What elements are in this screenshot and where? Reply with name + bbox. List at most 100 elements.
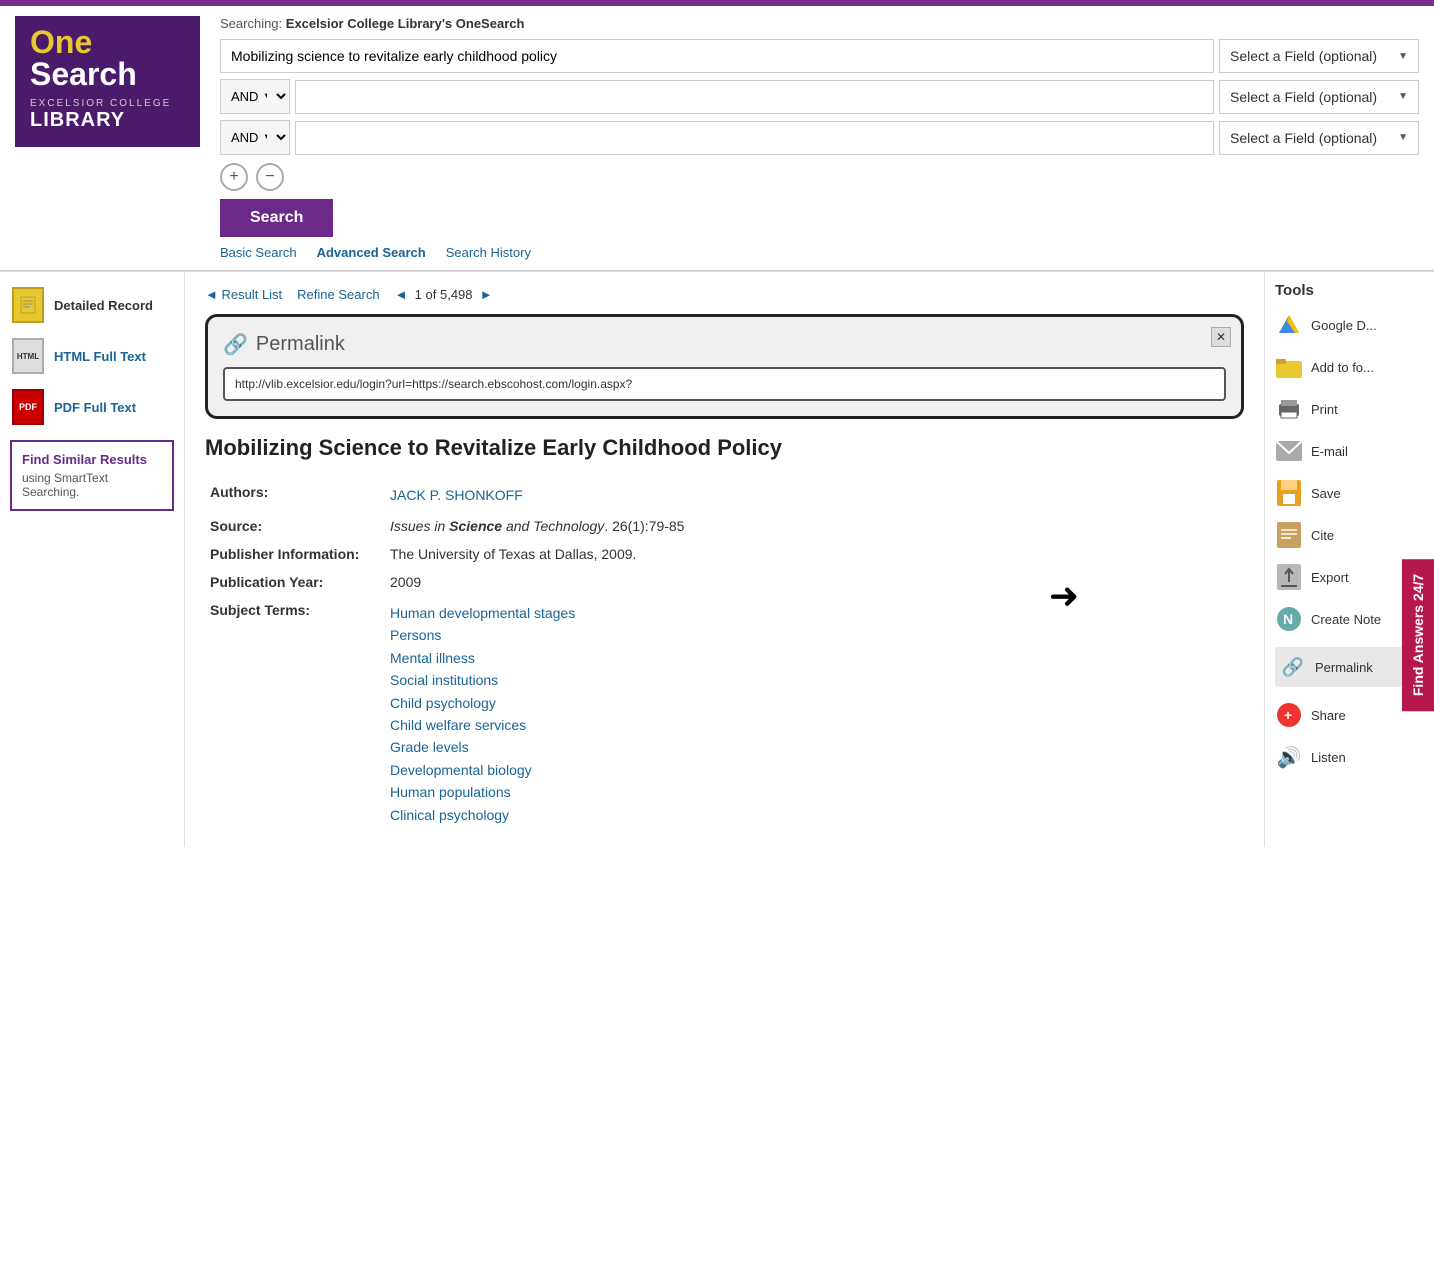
pdf-full-text-label: PDF Full Text (54, 400, 136, 415)
search-row-1: Select a Field (optional) (220, 39, 1419, 73)
sidebar-item-detailed-record[interactable]: Detailed Record (10, 287, 174, 323)
create-note-icon: N (1275, 605, 1303, 633)
subject-link[interactable]: Mental illness (390, 647, 1239, 669)
field-select-3[interactable]: Select a Field (optional) (1219, 121, 1419, 155)
tool-listen[interactable]: 🔊 Listen (1275, 743, 1424, 771)
html-icon: HTML (10, 338, 46, 374)
svg-text:+: + (1284, 707, 1292, 723)
publisher-row: Publisher Information: The University of… (205, 540, 1244, 568)
tool-add-folder[interactable]: Add to fo... (1275, 353, 1424, 381)
article-title: Mobilizing Science to Revitalize Early C… (205, 434, 1244, 463)
subject-link[interactable]: Clinical psychology (390, 804, 1239, 826)
detail-table: Authors: JACK P. SHONKOFF Source: Issues… (205, 478, 1244, 832)
permalink-url[interactable]: http://vlib.excelsior.edu/login?url=http… (223, 367, 1226, 401)
permalink-close-button[interactable]: ✕ (1211, 327, 1231, 347)
subject-label: Subject Terms: (205, 596, 385, 832)
logo-one: One (30, 26, 185, 58)
subject-link[interactable]: Human developmental stages (390, 602, 1239, 624)
logo-excelsior: EXCELSIOR COLLEGE (30, 98, 185, 109)
subject-link[interactable]: Developmental biology (390, 759, 1239, 781)
add-row-button[interactable]: + (220, 163, 248, 191)
center-content: ◄ Result List Refine Search ◄ 1 of 5,498… (185, 272, 1264, 847)
print-label: Print (1311, 402, 1338, 417)
search-input-3[interactable] (295, 121, 1214, 155)
year-row: Publication Year: 2009 (205, 568, 1244, 596)
sidebar-item-html-fulltext[interactable]: HTML HTML Full Text (10, 338, 174, 374)
year-label: Publication Year: (205, 568, 385, 596)
print-icon (1275, 395, 1303, 423)
find-answers-banner[interactable]: Find Answers 24/7 (1402, 559, 1434, 711)
tool-email[interactable]: E-mail (1275, 437, 1424, 465)
basic-search-link[interactable]: Basic Search (220, 245, 297, 260)
publisher-value: The University of Texas at Dallas, 2009. (385, 540, 1244, 568)
listen-label: Listen (1311, 750, 1346, 765)
field-select-2[interactable]: Select a Field (optional) (1219, 80, 1419, 114)
search-input-main[interactable] (220, 39, 1214, 73)
svg-text:N: N (1283, 611, 1293, 627)
year-value: 2009 (385, 568, 1244, 596)
tools-title: Tools (1275, 282, 1424, 299)
subject-link[interactable]: Human populations (390, 781, 1239, 803)
subject-link[interactable]: Child psychology (390, 692, 1239, 714)
cite-icon (1275, 521, 1303, 549)
advanced-search-link[interactable]: Advanced Search (317, 245, 426, 260)
sidebar-item-pdf-fulltext[interactable]: PDF PDF Full Text (10, 389, 174, 425)
permalink-popup: 🔗 Permalink ✕ http://vlib.excelsior.edu/… (205, 314, 1244, 419)
email-label: E-mail (1311, 444, 1348, 459)
email-icon (1275, 437, 1303, 465)
tool-cite[interactable]: Cite (1275, 521, 1424, 549)
export-label: Export (1311, 570, 1349, 585)
operator-select-1[interactable]: AND ▼ OR NOT (220, 79, 290, 114)
source-label: Source: (205, 512, 385, 540)
find-similar-box[interactable]: Find Similar Results using SmartText Sea… (10, 440, 174, 511)
publisher-label: Publisher Information: (205, 540, 385, 568)
result-nav: ◄ Result List Refine Search ◄ 1 of 5,498… (205, 287, 1244, 302)
refine-search-link[interactable]: Refine Search (297, 287, 379, 302)
tool-save[interactable]: Save (1275, 479, 1424, 507)
header: One Search EXCELSIOR COLLEGE LIBRARY Sea… (0, 6, 1434, 271)
search-history-link[interactable]: Search History (446, 245, 531, 260)
subjects-list: Human developmental stagesPersonsMental … (385, 596, 1244, 832)
prev-arrow[interactable]: ◄ (395, 287, 408, 302)
tool-print[interactable]: Print (1275, 395, 1424, 423)
author-link[interactable]: JACK P. SHONKOFF (390, 484, 1239, 506)
save-icon (1275, 479, 1303, 507)
left-sidebar: Detailed Record HTML HTML Full Text PDF … (0, 272, 185, 847)
export-icon (1275, 563, 1303, 591)
next-arrow[interactable]: ► (480, 287, 493, 302)
share-icon: + (1275, 701, 1303, 729)
source-row: Source: Issues in Science and Technology… (205, 512, 1244, 540)
subject-link[interactable]: Persons (390, 624, 1239, 646)
authors-label: Authors: (205, 478, 385, 512)
logo-library: LIBRARY (30, 109, 185, 132)
remove-row-button[interactable]: − (256, 163, 284, 191)
subject-link[interactable]: Child welfare services (390, 714, 1239, 736)
search-button[interactable]: Search (220, 199, 333, 237)
authors-row: Authors: JACK P. SHONKOFF (205, 478, 1244, 512)
logo-search: Search (30, 58, 185, 90)
result-list-link[interactable]: ◄ Result List (205, 287, 282, 302)
create-note-label: Create Note (1311, 612, 1381, 627)
pdf-icon: PDF (10, 389, 46, 425)
add-remove-row: + − (220, 163, 1419, 191)
document-icon (10, 287, 46, 323)
search-input-2[interactable] (295, 80, 1214, 114)
cite-label: Cite (1311, 528, 1334, 543)
google-drive-icon (1275, 311, 1303, 339)
listen-icon: 🔊 (1275, 743, 1303, 771)
logo[interactable]: One Search EXCELSIOR COLLEGE LIBRARY (15, 16, 200, 147)
main-wrapper: Detailed Record HTML HTML Full Text PDF … (0, 271, 1434, 847)
subjects-row: Subject Terms: Human developmental stage… (205, 596, 1244, 832)
search-row-3: AND ▼ OR NOT Select a Field (optional) (220, 120, 1419, 155)
find-similar-title: Find Similar Results (22, 452, 162, 467)
operator-select-2[interactable]: AND ▼ OR NOT (220, 120, 290, 155)
tool-google-drive[interactable]: Google D... (1275, 311, 1424, 339)
source-value: Issues in Science and Technology. 26(1):… (385, 512, 1244, 540)
subject-link[interactable]: Social institutions (390, 669, 1239, 691)
field-select-1[interactable]: Select a Field (optional) (1219, 39, 1419, 73)
find-similar-sub: using SmartText Searching. (22, 471, 162, 499)
subject-link[interactable]: Grade levels (390, 736, 1239, 758)
permalink-icon: 🔗 (1279, 653, 1307, 681)
add-folder-label: Add to fo... (1311, 360, 1374, 375)
search-row-2: AND ▼ OR NOT Select a Field (optional) (220, 79, 1419, 114)
